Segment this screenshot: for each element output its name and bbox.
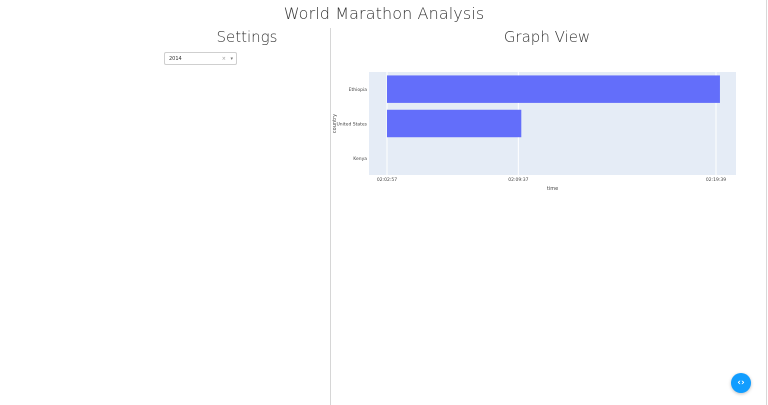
page-title: World Marathon Analysis [283,4,485,23]
year-dropdown-value: 2014 [169,56,182,62]
x-tick-label: 02:19:39 [706,177,726,183]
bar-ethiopia [387,75,720,103]
x-tick-label: 02:02:57 [377,177,397,183]
y-axis-label: country [332,114,338,133]
bar-united-states [387,109,522,138]
x-tick-label: 02:09:37 [508,177,528,183]
y-tick-label: United States [337,122,368,128]
year-dropdown[interactable]: 2014 × ▾ [164,52,237,65]
graph-title: Graph View [503,28,591,46]
y-tick-label: Kenya [353,156,367,162]
clear-icon[interactable]: × [222,56,226,62]
code-toggle-button[interactable]: ‹› [731,373,751,393]
y-tick-label: Ethiopia [349,87,368,93]
chevron-down-icon[interactable]: ▾ [230,56,233,62]
marathon-bar-chart: Ethiopia United States Kenya 02:02:57 02:09:… [332,72,736,192]
x-axis-label: time [547,186,558,192]
code-brackets-icon: ‹› [737,378,745,388]
